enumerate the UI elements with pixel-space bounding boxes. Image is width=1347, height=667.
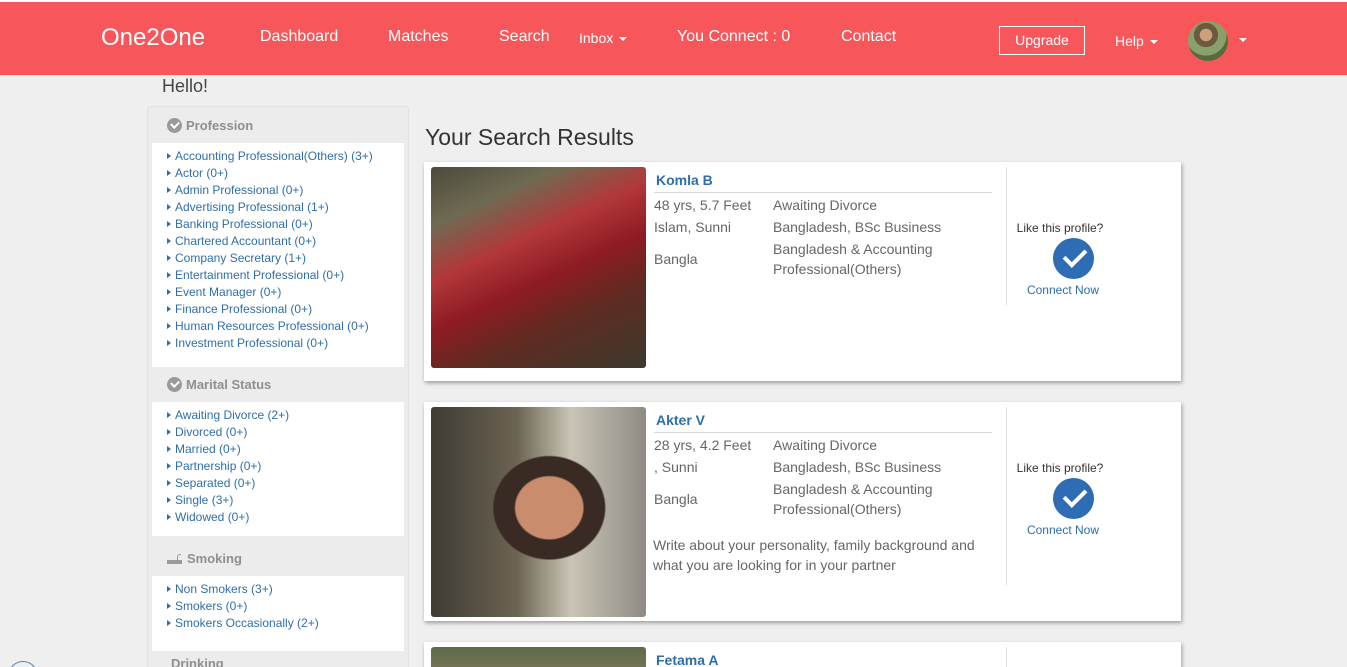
filter-option[interactable]: Married (0+) bbox=[167, 441, 404, 458]
divider bbox=[1006, 647, 1007, 667]
connect-check-icon[interactable] bbox=[1053, 238, 1094, 279]
filter-heading-label: Marital Status bbox=[186, 377, 272, 392]
profile-name[interactable]: Fetama A bbox=[656, 652, 719, 667]
greeting: Hello! bbox=[162, 76, 209, 96]
nav-search[interactable]: Search bbox=[499, 28, 550, 46]
profile-card: Fetama A bbox=[424, 642, 1181, 667]
filter-option[interactable]: Awaiting Divorce (2+) bbox=[167, 407, 404, 424]
profile-language: Bangla bbox=[654, 251, 698, 267]
nav-inbox-label: Inbox bbox=[579, 30, 614, 46]
filter-heading-drinking[interactable]: Drinking bbox=[171, 656, 224, 667]
profile-profession: Bangladesh & Accounting Professional(Oth… bbox=[773, 241, 933, 277]
brand-logo[interactable]: One2One bbox=[101, 24, 205, 52]
filter-option[interactable]: Advertising Professional (1+) bbox=[167, 199, 404, 216]
profile-profession: Bangladesh & Accounting Professional(Oth… bbox=[773, 481, 933, 517]
divider bbox=[654, 432, 992, 433]
divider bbox=[1006, 167, 1007, 305]
upgrade-button[interactable]: Upgrade bbox=[999, 26, 1085, 55]
profile-card: Komla B 48 yrs, 5.7 Feet Islam, Sunni Ba… bbox=[424, 162, 1181, 381]
nav-contact[interactable]: Contact bbox=[841, 28, 896, 46]
check-circle-icon bbox=[167, 118, 182, 133]
filter-list-marital-status: Awaiting Divorce (2+) Divorced (0+) Marr… bbox=[152, 402, 404, 536]
profile-marital-status: Awaiting Divorce bbox=[773, 437, 878, 453]
filter-heading-profession[interactable]: Profession bbox=[167, 118, 253, 133]
chevron-down-icon bbox=[619, 37, 628, 42]
filter-option[interactable]: Actor (0+) bbox=[167, 165, 404, 182]
profile-marital-status: Awaiting Divorce bbox=[773, 197, 878, 213]
results-title: Your Search Results bbox=[425, 124, 634, 150]
like-prompt: Like this profile? bbox=[1016, 461, 1104, 475]
filter-option[interactable]: Finance Professional (0+) bbox=[167, 301, 404, 318]
filter-heading-label: Drinking bbox=[171, 656, 224, 667]
filter-option[interactable]: Accounting Professional(Others) (3+) bbox=[167, 148, 404, 165]
connect-check-icon[interactable] bbox=[1053, 478, 1094, 519]
filter-option[interactable]: Separated (0+) bbox=[167, 475, 404, 492]
filter-option[interactable]: Chartered Accountant (0+) bbox=[167, 233, 404, 250]
filter-option[interactable]: Event Manager (0+) bbox=[167, 284, 404, 301]
filter-option[interactable]: Investment Professional (0+) bbox=[167, 335, 404, 352]
filter-option[interactable]: Partnership (0+) bbox=[167, 458, 404, 475]
profile-education: Bangladesh, BSc Business bbox=[773, 219, 942, 235]
profile-photo[interactable] bbox=[431, 407, 646, 617]
profile-age-height: 28 yrs, 4.2 Feet bbox=[654, 437, 752, 453]
nav-help-label: Help bbox=[1115, 33, 1144, 49]
filter-option[interactable]: Human Resources Professional (0+) bbox=[167, 318, 404, 335]
chat-widget-icon[interactable] bbox=[8, 661, 38, 667]
profile-age-height: 48 yrs, 5.7 Feet bbox=[654, 197, 752, 213]
filter-option[interactable]: Admin Professional (0+) bbox=[167, 182, 404, 199]
divider bbox=[654, 192, 992, 193]
nav-you-connect[interactable]: You Connect : 0 bbox=[677, 28, 790, 46]
filter-option[interactable]: Smokers Occasionally (2+) bbox=[167, 615, 404, 632]
filter-option[interactable]: Company Secretary (1+) bbox=[167, 250, 404, 267]
filter-heading-label: Smoking bbox=[187, 551, 242, 566]
profile-religion: , Sunni bbox=[654, 459, 698, 475]
filter-heading-marital-status[interactable]: Marital Status bbox=[167, 377, 271, 392]
profile-card: Akter V 28 yrs, 4.2 Feet , Sunni Bangla … bbox=[424, 402, 1181, 621]
filter-option[interactable]: Single (3+) bbox=[167, 492, 404, 509]
chevron-down-icon[interactable] bbox=[1239, 38, 1247, 42]
profile-about: Write about your personality, family bac… bbox=[653, 537, 975, 573]
avatar[interactable] bbox=[1188, 21, 1228, 61]
filter-option[interactable]: Non Smokers (3+) bbox=[167, 581, 404, 598]
filter-option[interactable]: Widowed (0+) bbox=[167, 509, 404, 526]
connect-now-link[interactable]: Connect Now bbox=[1010, 523, 1116, 537]
nav-dashboard[interactable]: Dashboard bbox=[260, 28, 338, 46]
profile-education: Bangladesh, BSc Business bbox=[773, 459, 942, 475]
filter-option[interactable]: Banking Professional (0+) bbox=[167, 216, 404, 233]
connect-now-link[interactable]: Connect Now bbox=[1010, 283, 1116, 297]
filter-option[interactable]: Divorced (0+) bbox=[167, 424, 404, 441]
profile-photo[interactable] bbox=[431, 167, 646, 368]
filter-heading-smoking[interactable]: Smoking bbox=[167, 551, 242, 566]
nav-help[interactable]: Help bbox=[1115, 33, 1158, 49]
profile-name[interactable]: Komla B bbox=[656, 172, 713, 188]
filter-sidebar: Profession Accounting Professional(Other… bbox=[147, 106, 409, 667]
filter-list-profession: Accounting Professional(Others) (3+) Act… bbox=[152, 143, 404, 367]
nav-inbox[interactable]: Inbox bbox=[579, 30, 628, 46]
chevron-down-icon bbox=[1149, 40, 1158, 45]
profile-name[interactable]: Akter V bbox=[656, 412, 705, 428]
like-prompt: Like this profile? bbox=[1016, 221, 1104, 235]
profile-religion: Islam, Sunni bbox=[654, 219, 732, 235]
nav-matches[interactable]: Matches bbox=[388, 28, 448, 46]
profile-language: Bangla bbox=[654, 491, 698, 507]
smoking-icon bbox=[167, 553, 183, 564]
filter-option[interactable]: Entertainment Professional (0+) bbox=[167, 267, 404, 284]
filter-option[interactable]: Smokers (0+) bbox=[167, 598, 404, 615]
profile-photo[interactable] bbox=[431, 647, 646, 667]
check-circle-icon bbox=[167, 377, 182, 392]
divider bbox=[1006, 407, 1007, 585]
filter-heading-label: Profession bbox=[186, 118, 254, 133]
filter-list-smoking: Non Smokers (3+) Smokers (0+) Smokers Oc… bbox=[152, 576, 404, 651]
top-navbar: One2One Dashboard Matches Search Inbox Y… bbox=[0, 0, 1347, 75]
